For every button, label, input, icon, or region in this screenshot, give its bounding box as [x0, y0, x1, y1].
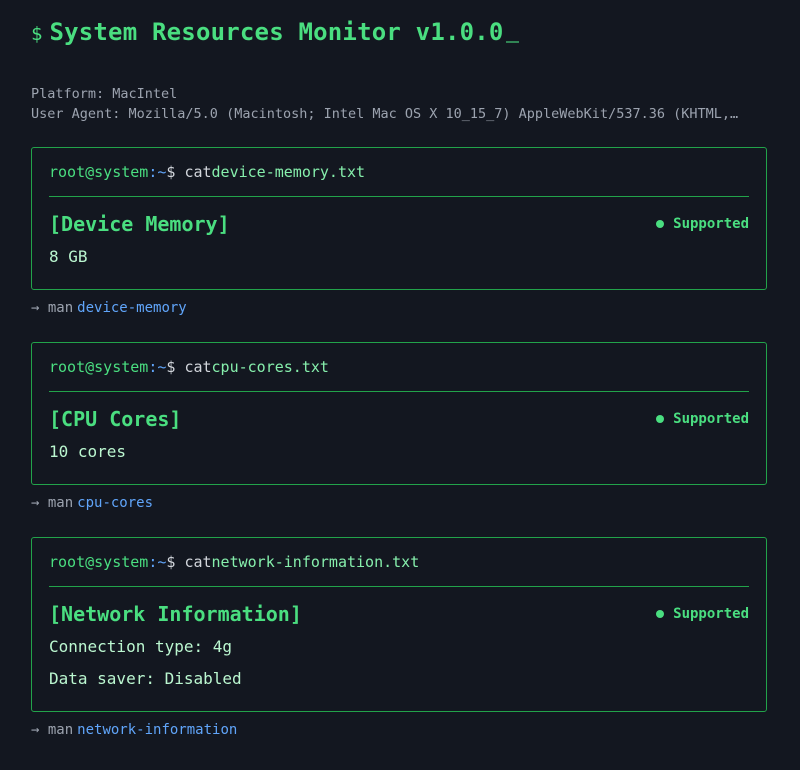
network-information-card: root@system:~ $ cat network-information.txt… [31, 537, 767, 712]
prompt-dollar: $ [166, 553, 176, 571]
prompt-path: :~ [148, 163, 167, 181]
platform-line: Platform: MacIntel [31, 86, 178, 102]
prompt-symbol: $ [31, 23, 43, 45]
command-line: root@system:~ $ cat device-memory.txt [49, 148, 749, 197]
system-info: Platform: MacIntel User Agent: Mozilla/5… [31, 84, 767, 124]
prompt-path: :~ [148, 553, 167, 571]
command-name: cat [184, 358, 212, 376]
card-value: 10 cores [49, 442, 127, 461]
card-title: [Network Information] [49, 602, 302, 626]
prompt-dollar: $ [166, 163, 176, 181]
man-link-network-information[interactable]: network-information [77, 722, 237, 738]
man-line: → man device-memory [31, 300, 187, 316]
cpu-cores-card: root@system:~ $ cat cpu-cores.txt [CPU Core… [31, 342, 767, 485]
command-file: device-memory.txt [211, 163, 366, 181]
man-link-cpu-cores[interactable]: cpu-cores [77, 495, 153, 511]
device-memory-card: root@system:~ $ cat device-memory.txt [Devi… [31, 147, 767, 290]
man-prefix: → man [31, 722, 74, 738]
prompt-user-host: root@system [49, 163, 149, 181]
card-header: [CPU Cores] Supported [49, 406, 749, 432]
status-dot-icon [656, 220, 665, 228]
card-value-data-saver: Data saver: Disabled [49, 669, 242, 688]
card-values: Connection type: 4g Data saver: Disabled [49, 631, 749, 705]
status-label: Supported [673, 606, 749, 622]
page-header: $ System Resources Monitor v1.0.0 [31, 18, 519, 46]
status-dot-icon [656, 610, 665, 618]
man-prefix: → man [31, 495, 74, 511]
command-name: cat [184, 553, 212, 571]
command-file: network-information.txt [211, 553, 420, 571]
card-values: 8 GB [49, 241, 749, 283]
man-link-device-memory[interactable]: device-memory [77, 300, 187, 316]
command-file: cpu-cores.txt [211, 358, 329, 376]
status-badge: Supported [656, 411, 749, 427]
status-label: Supported [673, 411, 749, 427]
page: $ System Resources Monitor v1.0.0 Platfo… [0, 0, 800, 770]
card-header: [Device Memory] Supported [49, 211, 749, 237]
prompt-user-host: root@system [49, 358, 149, 376]
prompt-user-host: root@system [49, 553, 149, 571]
card-values: 10 cores [49, 436, 749, 478]
card-value: 8 GB [49, 247, 88, 266]
prompt-path: :~ [148, 358, 167, 376]
man-line: → man network-information [31, 722, 237, 738]
status-badge: Supported [656, 216, 749, 232]
command-line: root@system:~ $ cat cpu-cores.txt [49, 343, 749, 392]
blinking-cursor [505, 41, 519, 43]
card-title: [Device Memory] [49, 212, 230, 236]
man-prefix: → man [31, 300, 74, 316]
card-title: [CPU Cores] [49, 407, 182, 431]
card-header: [Network Information] Supported [49, 601, 749, 627]
status-badge: Supported [656, 606, 749, 622]
man-line: → man cpu-cores [31, 495, 153, 511]
status-dot-icon [656, 415, 665, 423]
prompt-dollar: $ [166, 358, 176, 376]
page-title: System Resources Monitor v1.0.0 [49, 18, 504, 46]
status-label: Supported [673, 216, 749, 232]
user-agent-line: User Agent: Mozilla/5.0 (Macintosh; Inte… [31, 106, 739, 122]
command-line: root@system:~ $ cat network-information.txt [49, 538, 749, 587]
command-name: cat [184, 163, 212, 181]
card-value-connection-type: Connection type: 4g [49, 637, 233, 656]
